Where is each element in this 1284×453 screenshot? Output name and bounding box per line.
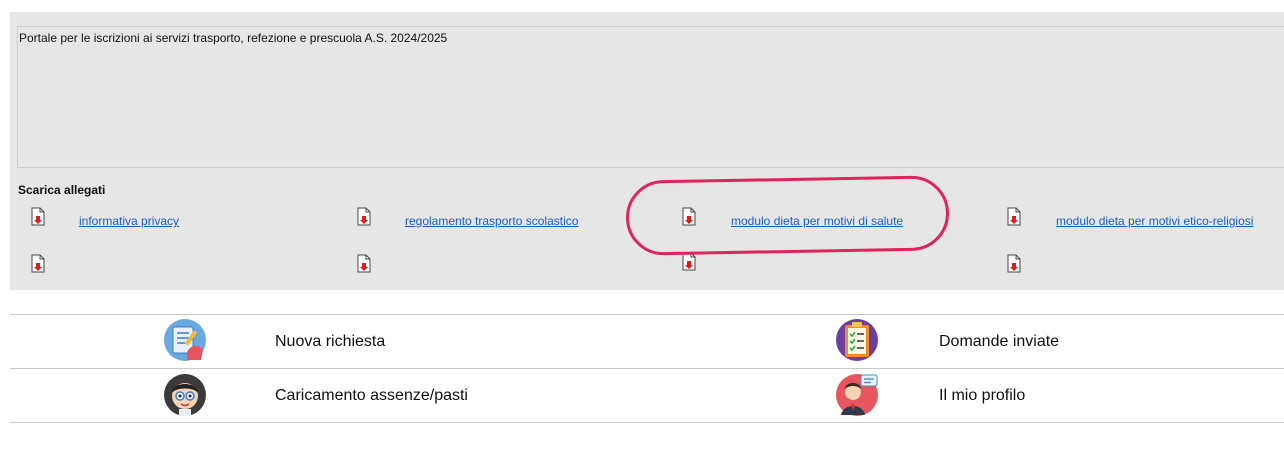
divider xyxy=(10,314,1284,315)
pdf-download-icon[interactable] xyxy=(682,252,696,271)
sent-applications-icon[interactable] xyxy=(835,318,879,362)
menu-domande-inviate[interactable]: Domande inviate xyxy=(939,333,1059,351)
menu-caricamento-assenze-pasti[interactable]: Caricamento assenze/pasti xyxy=(275,387,468,405)
link-modulo-dieta-etico-religiosi[interactable]: modulo dieta per motivi etico-religiosi xyxy=(1056,214,1253,228)
menu-nuova-richiesta[interactable]: Nuova richiesta xyxy=(275,333,385,351)
link-regolamento-trasporto[interactable]: regolamento trasporto scolastico xyxy=(405,214,578,228)
divider xyxy=(10,422,1284,423)
menu-il-mio-profilo[interactable]: Il mio profilo xyxy=(939,387,1025,405)
portal-description: Portale per le iscrizioni ai servizi tra… xyxy=(19,31,448,45)
pdf-download-icon[interactable] xyxy=(1007,207,1021,226)
divider xyxy=(10,368,1284,369)
description-box: Portale per le iscrizioni ai servizi tra… xyxy=(17,26,1284,168)
profile-icon[interactable] xyxy=(835,373,879,417)
pdf-download-icon[interactable] xyxy=(31,254,45,273)
pdf-download-icon[interactable] xyxy=(357,254,371,273)
new-request-icon[interactable] xyxy=(163,318,207,362)
pdf-download-icon[interactable] xyxy=(1007,254,1021,273)
highlight-annotation xyxy=(625,175,950,256)
attachments-title: Scarica allegati xyxy=(18,183,106,197)
pdf-download-icon[interactable] xyxy=(357,207,371,226)
link-informativa-privacy[interactable]: informativa privacy xyxy=(79,214,179,228)
absences-meals-icon[interactable] xyxy=(163,373,207,417)
pdf-download-icon[interactable] xyxy=(31,207,45,226)
